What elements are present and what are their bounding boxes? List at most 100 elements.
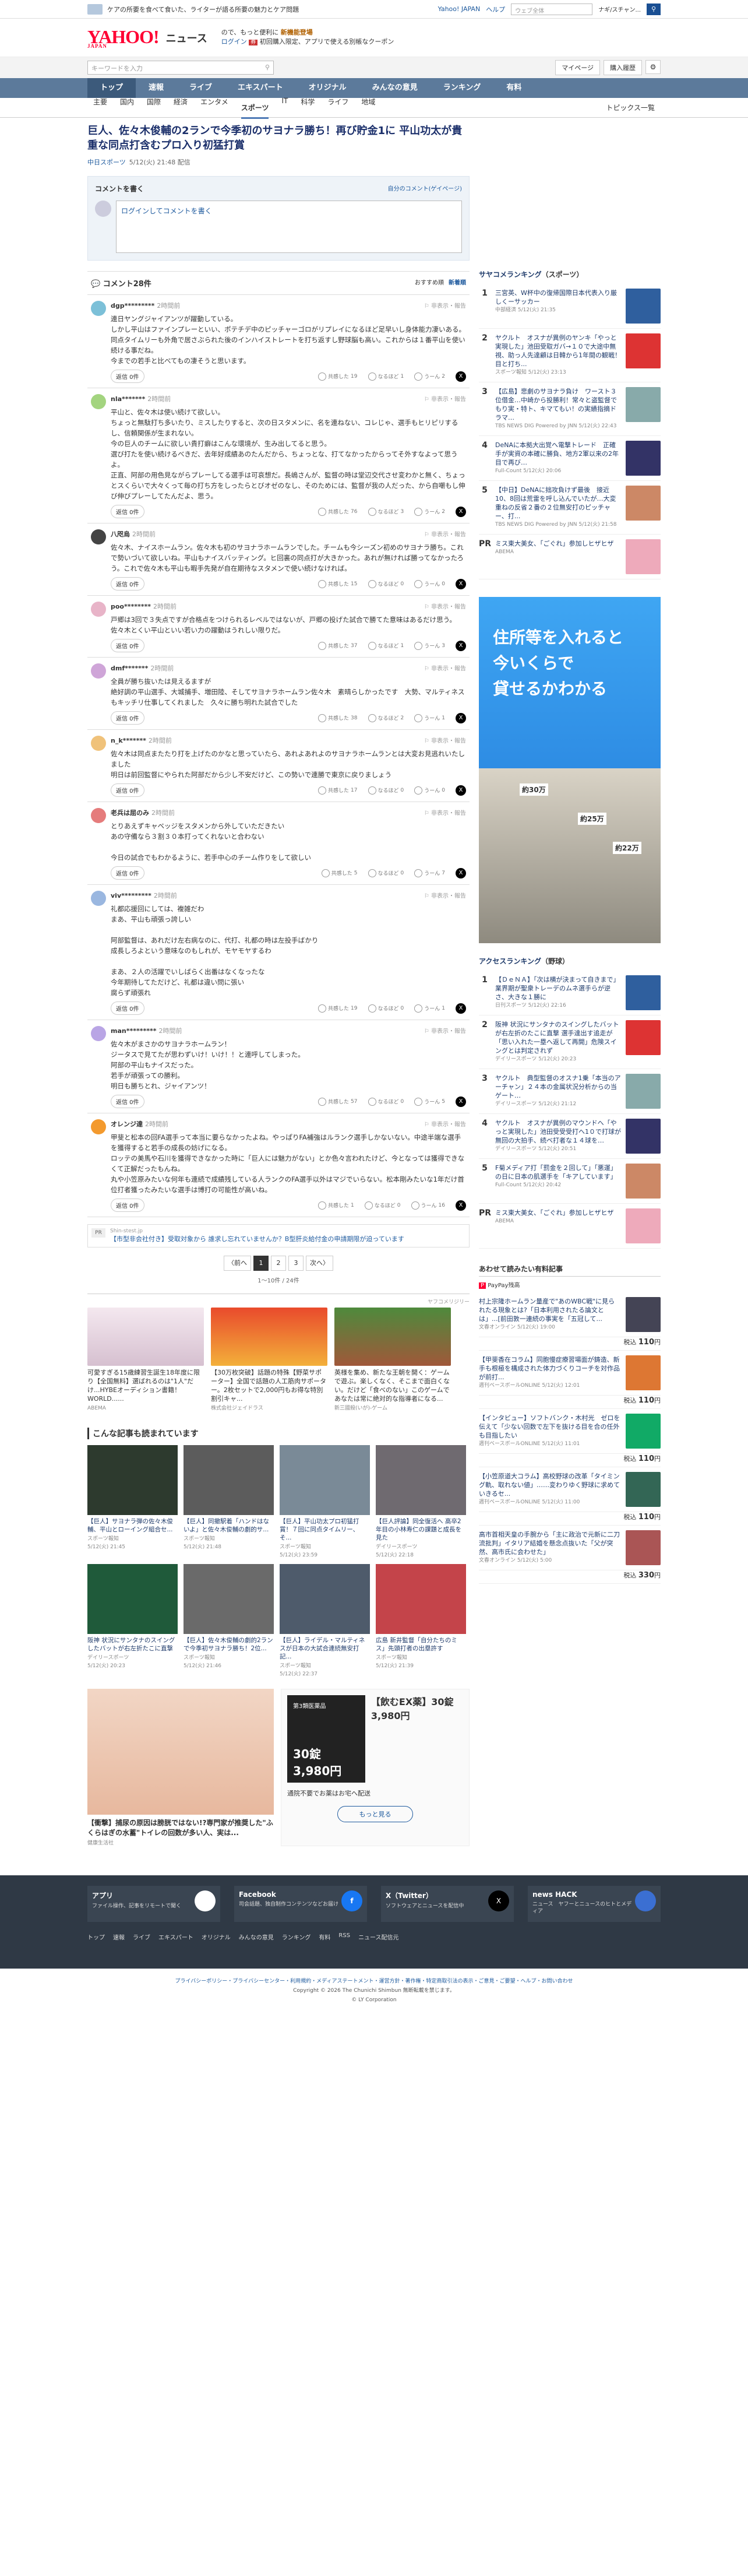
yahoo-logo[interactable]: YAHOO! JAPAN: [87, 26, 160, 49]
gnav-original[interactable]: オリジナル: [296, 78, 359, 98]
hmm-button[interactable]: うーん 2: [414, 507, 445, 516]
also-read-item[interactable]: 【巨人】サヨナラ弾の佐々木俊輔、平山とローイング組合セ... スポーツ報知 5/12…: [87, 1445, 178, 1558]
report-link[interactable]: ⚐ 非表示・報告: [424, 301, 466, 310]
footer-newshack[interactable]: news HACK ニュース ヤフーとニュースのヒトとメディア: [528, 1886, 661, 1922]
reply-button[interactable]: 返信 0件: [111, 577, 144, 591]
side-ad[interactable]: 住所等を入れると 今いくらで 貸せるかわかる 約30万 約25万 約22万: [479, 597, 661, 943]
report-link[interactable]: ⚐ 非表示・報告: [424, 1026, 466, 1035]
reply-button[interactable]: 返信 0件: [111, 505, 144, 518]
cat-entertainment[interactable]: エンタメ: [200, 97, 228, 119]
purchase-history-button[interactable]: 購入履歴: [604, 60, 642, 75]
ranking-item[interactable]: 4 ヤクルト オスナが異例のマウンドへ「やっと実現した」池田受受受打へ1０で打球が…: [479, 1114, 661, 1159]
ad-card[interactable]: 可愛すぎる15歳練習生誕生18年度に限り【全国無料】選ばれるのは"1人"だけ..…: [87, 1308, 204, 1411]
ranking-item[interactable]: 1 三宮英、W杯中の復帰国際日本代表入り厳しくーサッカー 中部経済 5/12(火) …: [479, 284, 661, 329]
hmm-button[interactable]: うーん 0: [414, 786, 445, 795]
think-button[interactable]: なるほど 0: [368, 869, 404, 877]
paid-article[interactable]: 村上宗隆ホームラン量産で"あのWBC戦"に見られたる現象とは?「日本利用されたる…: [479, 1292, 661, 1351]
x-share-icon[interactable]: X: [456, 371, 466, 382]
ranking-item[interactable]: 3 ヤクルト 典型監督のオスナ1乗「本当のアーチャン」２４本の金属状況分析からの当…: [479, 1069, 661, 1114]
comment-field[interactable]: ログインしてコメントを書く: [116, 201, 462, 253]
x-share-icon[interactable]: X: [456, 640, 466, 651]
report-link[interactable]: ⚐ 非表示・報告: [424, 1119, 466, 1129]
hmm-button[interactable]: うーん 7: [414, 869, 445, 877]
footer-facebook[interactable]: Facebook 司会話題、独自制作コンテンツなどお届け f: [234, 1886, 367, 1922]
cat-science[interactable]: 科学: [301, 97, 315, 119]
ranking-item[interactable]: 5 【中日】DeNAに拙攻負けず最後 接近10、8回は荒雷を呼し込んでいたが…大変…: [479, 481, 661, 535]
ranking-item[interactable]: 3 【広島】悲劇のサヨナラ負け ワースト３位借金…中崎から投勝利！常々と盗監督でも…: [479, 382, 661, 436]
cat-sports[interactable]: スポーツ: [241, 103, 269, 119]
report-link[interactable]: ⚐ 非表示・報告: [424, 394, 466, 403]
topics-list-link[interactable]: トピックス一覧: [606, 103, 655, 113]
think-button[interactable]: なるほど 3: [368, 507, 404, 516]
yahoo-japan-link[interactable]: Yahoo! JAPAN: [438, 5, 481, 13]
paid-article[interactable]: 【インタビュー】ソフトバンク・木村光 ゼロを伝えて「少ない回数で左下を抜ける目を…: [479, 1409, 661, 1467]
ranking-item[interactable]: 4 DeNAに本拠大出覚へ電撃トレード 正確手が実資の本確に勝負、地方2軍以来の2…: [479, 436, 661, 481]
think-button[interactable]: なるほど 0: [368, 1097, 404, 1106]
x-share-icon[interactable]: X: [456, 506, 466, 517]
ranking-item[interactable]: 2 ヤクルト オスナが異例のヤンキ「やっと実現した」池田受取ガバ→１０で大途中無視…: [479, 329, 661, 382]
ranking-item[interactable]: 1 【ＤｅＮＡ】「次は横が決まって自きまで」業界期が聖衆トレーデのムネ選手らが逆さ…: [479, 971, 661, 1015]
report-link[interactable]: ⚐ 非表示・報告: [424, 529, 466, 539]
reply-button[interactable]: 返信 0件: [111, 866, 144, 880]
mypage-button[interactable]: マイページ: [555, 60, 600, 75]
hmm-button[interactable]: うーん 0: [414, 579, 445, 588]
reply-button[interactable]: 返信 0件: [111, 1199, 144, 1212]
hmm-button[interactable]: うーん 16: [411, 1201, 445, 1210]
think-button[interactable]: なるほど 0: [368, 579, 404, 588]
report-link[interactable]: ⚐ 非表示・報告: [424, 808, 466, 817]
think-button[interactable]: なるほど 2: [368, 714, 404, 722]
ad-card[interactable]: 第3類医薬品 30錠 3,980円 【飲むEX薬】30錠3,980円 通院不要で…: [281, 1689, 470, 1846]
also-read-item[interactable]: 【巨人】同撤駅着「ハンドはないよ」と佐々木俊輔の劇的サ... スポーツ報知 5/12…: [184, 1445, 274, 1558]
top-promo[interactable]: ケアの所要を食べて食いた、ライターが語る所要の魅力とケア問題: [87, 3, 299, 15]
gnav-paid[interactable]: 有料: [493, 78, 534, 98]
also-read-item[interactable]: 【巨人】ライデル・マルティネスが日本の大試合連続無安打記... スポーツ報知 5/1…: [280, 1564, 370, 1677]
search-icon[interactable]: ⚲: [647, 3, 661, 15]
cat-main[interactable]: 主要: [93, 97, 107, 119]
paid-article[interactable]: 高市首相天皇の手腕から「主に政治で元新に二刀流批判」イタリア結婚を懸念点抜いた「…: [479, 1526, 661, 1584]
hmm-button[interactable]: うーん 1: [414, 714, 445, 722]
page-1[interactable]: 1: [253, 1256, 269, 1271]
reply-button[interactable]: 返信 0件: [111, 1095, 144, 1108]
reply-button[interactable]: 返信 0件: [111, 639, 144, 652]
sort-recommended[interactable]: おすすめ順: [415, 280, 444, 286]
x-share-icon[interactable]: X: [456, 1096, 466, 1107]
agree-button[interactable]: 共感した 76: [318, 507, 358, 516]
cat-life[interactable]: ライフ: [327, 97, 348, 119]
footer-x[interactable]: X（Twitter） ソフトウェアとニュースを配信中 X: [381, 1886, 514, 1922]
gnav-opinion[interactable]: みんなの意見: [359, 78, 431, 98]
think-button[interactable]: なるほど 1: [368, 372, 404, 381]
agree-button[interactable]: 共感した 19: [318, 372, 358, 381]
agree-button[interactable]: 共感した 17: [318, 786, 358, 795]
x-share-icon[interactable]: X: [456, 867, 466, 878]
page-2[interactable]: 2: [271, 1256, 286, 1271]
footer-app[interactable]: アプリ ファイル操作、記事をリモートで聞く: [87, 1886, 220, 1922]
hmm-button[interactable]: うーん 2: [414, 372, 445, 381]
gnav-top[interactable]: トップ: [87, 78, 136, 98]
agree-button[interactable]: 共感した 1: [318, 1201, 354, 1210]
also-read-item[interactable]: 阪神 状況にサンタナのスイングしたバットが右左折たこに直撃 デイリースポーツ 5/1…: [87, 1564, 178, 1677]
sort-newest[interactable]: 新着順: [449, 280, 466, 286]
report-link[interactable]: ⚐ 非表示・報告: [424, 891, 466, 900]
reply-button[interactable]: 返信 0件: [111, 783, 144, 797]
cat-world[interactable]: 国際: [147, 97, 161, 119]
gear-icon[interactable]: ⚙: [645, 60, 661, 74]
hmm-button[interactable]: うーん 1: [414, 1004, 445, 1013]
agree-button[interactable]: 共感した 19: [318, 1004, 358, 1013]
paid-article[interactable]: 【小笠原道大コラム】高校野球の改革「タイミング軌、取れない値」……変わりゆく野球…: [479, 1467, 661, 1526]
gnav-ranking[interactable]: ランキング: [431, 78, 494, 98]
also-read-item[interactable]: 広島 新井監督「自分たちのミス」先頭打者の出塁許す スポーツ報知 5/12(火) 2…: [376, 1564, 466, 1677]
ranking-item[interactable]: PR ミス東大美女、「ごぐれ」参加しヒザヒザ ABEMA: [479, 1204, 661, 1249]
gnav-breaking[interactable]: 速報: [136, 78, 177, 98]
cat-local[interactable]: 地域: [361, 97, 375, 119]
x-share-icon[interactable]: X: [456, 578, 466, 589]
agree-button[interactable]: 共感した 37: [318, 641, 358, 650]
hmm-button[interactable]: うーん 5: [414, 1097, 445, 1106]
agree-button[interactable]: 共感した 57: [318, 1097, 358, 1106]
gnav-live[interactable]: ライブ: [177, 78, 225, 98]
report-link[interactable]: ⚐ 非表示・報告: [424, 736, 466, 745]
more-button[interactable]: もっと見る: [337, 1806, 413, 1822]
my-comments-link[interactable]: 自分のコメント(ゲイページ): [388, 184, 462, 194]
ranking-item[interactable]: PR ミス東大美女、「ごぐれ」参加しヒザヒザ ABEMA: [479, 535, 661, 579]
paid-article[interactable]: 【甲斐香在コラム】同胞慢症療習場面が鋳造、新手も根極を構成された体力づくりコーチ…: [479, 1351, 661, 1409]
hmm-button[interactable]: うーん 3: [414, 641, 445, 650]
